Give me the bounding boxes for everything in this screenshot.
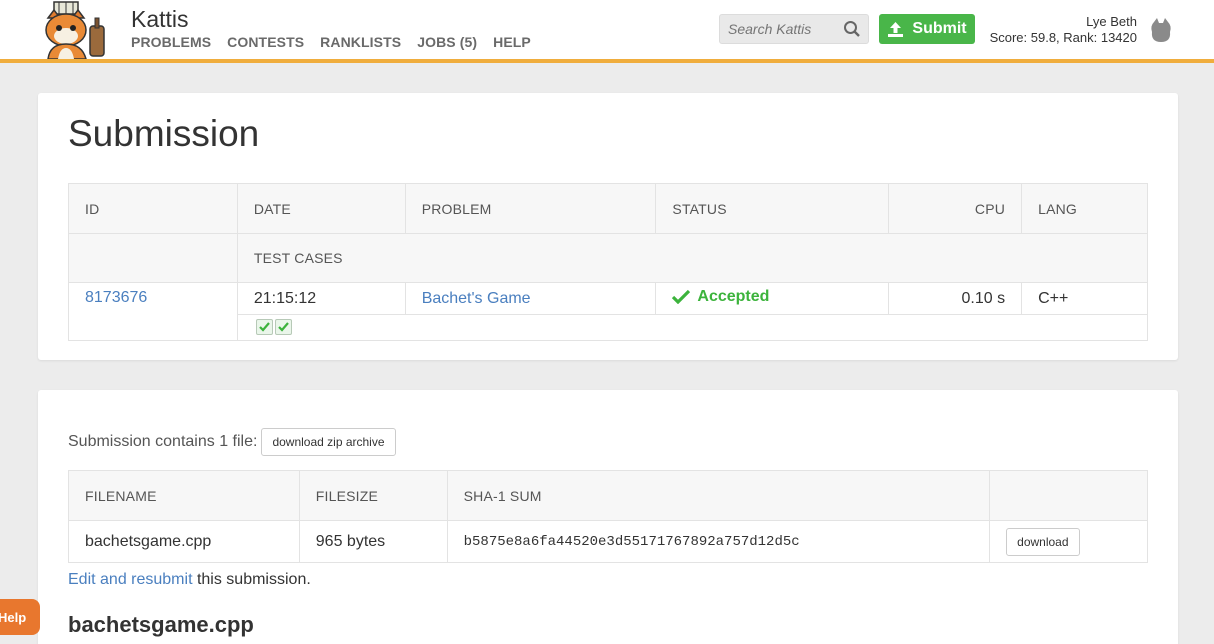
file-count-text: Submission contains 1 file: download zip… bbox=[68, 428, 396, 456]
check-icon bbox=[672, 290, 691, 305]
edit-resubmit-link[interactable]: Edit and resubmit bbox=[68, 571, 193, 588]
search-input[interactable] bbox=[720, 15, 840, 43]
submission-card: Submission ID DATE PROBLEM STATUS CPU LA… bbox=[38, 93, 1178, 360]
download-zip-button[interactable]: download zip archive bbox=[261, 428, 396, 456]
col-actions bbox=[989, 470, 1148, 521]
nav-help[interactable]: HELP bbox=[493, 34, 531, 50]
col-filename: FILENAME bbox=[68, 470, 300, 521]
problem-link[interactable]: Bachet's Game bbox=[404, 282, 657, 315]
file-name: bachetsgame.cpp bbox=[68, 520, 300, 563]
files-table: FILENAME FILESIZE SHA-1 SUM bachetsgame.… bbox=[68, 470, 1148, 563]
main-nav: PROBLEMS CONTESTS RANKLISTS JOBS (5) HEL… bbox=[131, 34, 531, 50]
col-filesize: FILESIZE bbox=[298, 470, 448, 521]
files-card: Submission contains 1 file: download zip… bbox=[38, 390, 1178, 644]
upload-icon bbox=[888, 21, 904, 37]
submission-id-link[interactable]: 8173676 bbox=[68, 282, 238, 341]
test-case-passed-icon[interactable] bbox=[274, 318, 292, 335]
col-test-cases: TEST CASES bbox=[236, 233, 1149, 283]
col-cpu: CPU bbox=[888, 183, 1023, 234]
file-size: 965 bytes bbox=[298, 520, 448, 563]
search-icon[interactable] bbox=[843, 20, 861, 38]
nav-ranklists[interactable]: RANKLISTS bbox=[320, 34, 401, 50]
col-sha1: SHA-1 SUM bbox=[446, 470, 991, 521]
top-header: Kattis PROBLEMS CONTESTS RANKLISTS JOBS … bbox=[0, 0, 1214, 63]
user-name[interactable]: Lye Beth bbox=[1086, 14, 1137, 29]
col-lang: LANG bbox=[1021, 183, 1148, 234]
file-sha1: b5875e8a6fa44520e3d55171767892a757d12d5c bbox=[446, 520, 991, 563]
file-title: bachetsgame.cpp bbox=[68, 612, 254, 637]
col-date: DATE bbox=[236, 183, 406, 234]
test-cases-cell bbox=[236, 314, 1149, 341]
submit-button[interactable]: Submit bbox=[879, 14, 975, 44]
help-tab[interactable]: Help bbox=[0, 599, 40, 635]
cpu-time: 0.10 s bbox=[888, 282, 1023, 315]
submit-label: Submit bbox=[912, 20, 967, 37]
submission-date: 21:15:12 bbox=[236, 282, 406, 315]
nav-jobs[interactable]: JOBS (5) bbox=[417, 34, 477, 50]
col-id-spacer bbox=[68, 233, 238, 283]
kattis-logo-icon[interactable] bbox=[40, 0, 118, 59]
col-problem: PROBLEM bbox=[404, 183, 657, 234]
col-status: STATUS bbox=[655, 183, 890, 234]
site-brand[interactable]: Kattis bbox=[131, 6, 189, 33]
status-badge: Accepted bbox=[655, 282, 890, 315]
test-case-passed-icon[interactable] bbox=[255, 318, 273, 335]
submission-table: ID DATE PROBLEM STATUS CPU LANG TEST CAS… bbox=[68, 183, 1149, 341]
page-title: Submission bbox=[68, 113, 260, 154]
nav-problems[interactable]: PROBLEMS bbox=[131, 34, 211, 50]
resubmit-line: Edit and resubmit this submission. bbox=[68, 571, 311, 588]
download-file-button[interactable]: download bbox=[1006, 527, 1080, 556]
avatar[interactable] bbox=[1148, 16, 1174, 44]
user-score: Score: 59.8, Rank: 13420 bbox=[989, 30, 1137, 45]
col-id: ID bbox=[68, 183, 238, 234]
table-row: bachetsgame.cpp 965 bytes b5875e8a6fa445… bbox=[68, 520, 1148, 563]
language: C++ bbox=[1021, 282, 1148, 315]
search-box bbox=[719, 14, 869, 44]
table-row: 8173676 21:15:12 Bachet's Game Accepted … bbox=[68, 282, 1148, 341]
nav-contests[interactable]: CONTESTS bbox=[227, 34, 304, 50]
file-actions: download bbox=[989, 520, 1148, 563]
